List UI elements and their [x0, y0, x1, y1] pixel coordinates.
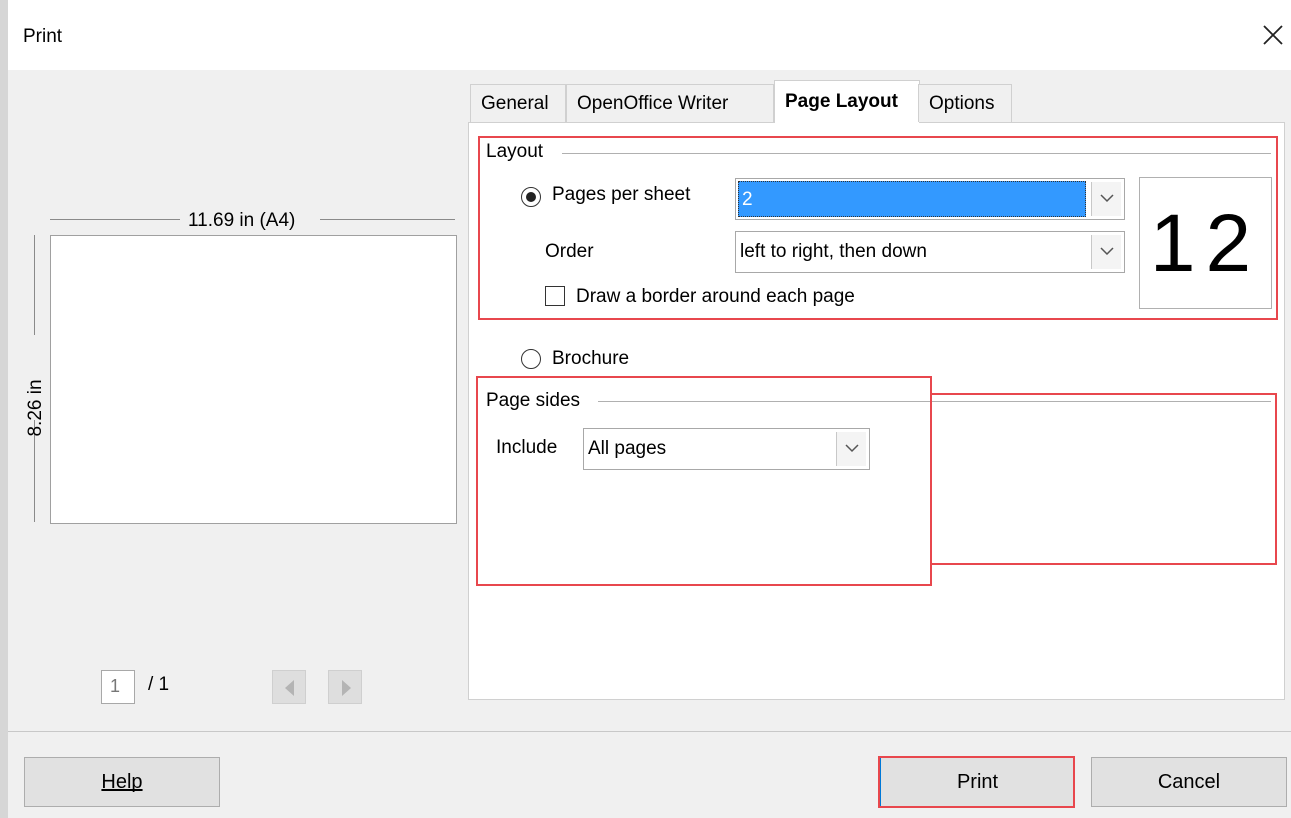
tab-options[interactable]: Options: [918, 84, 1012, 122]
page-total: / 1: [148, 674, 170, 695]
window-title: Print: [23, 26, 63, 47]
arrow-left-icon: [285, 680, 294, 696]
previous-page-button[interactable]: [272, 670, 306, 704]
brochure-radio[interactable]: [521, 349, 541, 369]
title-bar: [0, 0, 1291, 70]
print-highlight-box: [878, 756, 1075, 808]
page-sides-highlight-box: [476, 376, 932, 586]
paper-width-label: 11.69 in (A4): [185, 210, 299, 232]
tab-general[interactable]: General: [470, 84, 566, 122]
layout-highlight-box: [478, 136, 1278, 320]
width-dimension-line-right: [320, 219, 455, 220]
width-dimension-line-left: [50, 219, 180, 220]
brochure-label: Brochure: [552, 348, 630, 369]
height-dimension-line-top: [34, 235, 35, 335]
help-button-label: Help: [101, 771, 143, 793]
close-icon[interactable]: [1258, 20, 1288, 50]
page-sides-right-highlight-box: [930, 393, 1277, 565]
next-page-button[interactable]: [328, 670, 362, 704]
tab-page-layout[interactable]: Page Layout: [774, 80, 920, 123]
page-preview: [50, 235, 457, 524]
help-button[interactable]: Help: [24, 757, 220, 807]
tab-openoffice-writer[interactable]: OpenOffice Writer: [566, 84, 774, 122]
arrow-right-icon: [342, 680, 351, 696]
cancel-button[interactable]: Cancel: [1091, 757, 1287, 807]
page-number-input[interactable]: 1: [101, 670, 135, 704]
paper-height-label: 8.26 in: [25, 379, 46, 437]
cancel-button-label: Cancel: [1157, 771, 1221, 793]
window-border: [0, 0, 8, 818]
footer-divider: [8, 731, 1291, 732]
